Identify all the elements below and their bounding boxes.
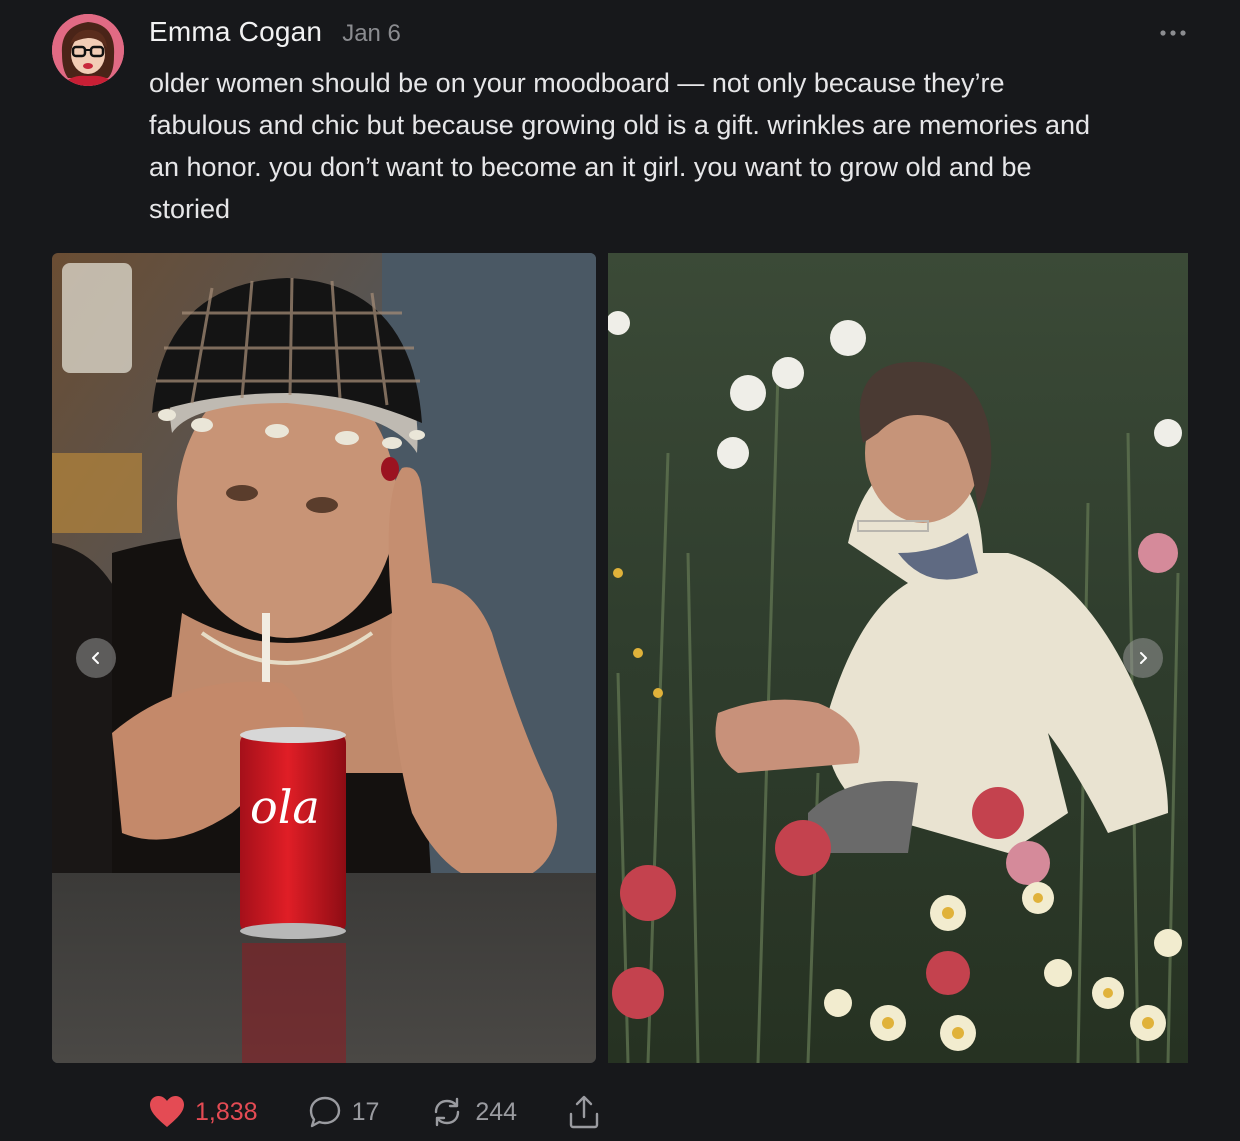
chevron-left-icon xyxy=(92,652,99,664)
gallery-prev-button[interactable] xyxy=(76,638,116,678)
post-header: Emma Cogan Jan 6 xyxy=(149,16,401,52)
photo-woman-in-garden xyxy=(608,253,1188,1063)
gallery-photo-2[interactable] xyxy=(608,253,1188,1063)
more-options-button[interactable] xyxy=(1158,18,1188,48)
author-name[interactable]: Emma Cogan xyxy=(149,16,322,48)
chevron-right-icon xyxy=(1140,652,1147,664)
like-count: 1,838 xyxy=(195,1097,258,1126)
like-button[interactable]: 1,838 xyxy=(149,1095,258,1129)
more-dots-icon xyxy=(1160,30,1186,36)
share-upload-icon xyxy=(569,1095,599,1129)
repost-count: 244 xyxy=(475,1097,518,1126)
heart-icon xyxy=(150,1096,184,1127)
comment-button[interactable]: 17 xyxy=(308,1095,380,1129)
photo-woman-with-soda: ola xyxy=(52,253,596,1063)
share-button[interactable] xyxy=(567,1094,601,1130)
post-date[interactable]: Jan 6 xyxy=(342,20,401,48)
image-gallery[interactable]: ola xyxy=(52,253,1188,1063)
gallery-next-button[interactable] xyxy=(1123,638,1163,678)
svg-text:ola: ola xyxy=(250,780,320,834)
comment-bubble-icon xyxy=(309,1096,340,1128)
comment-count: 17 xyxy=(351,1097,380,1126)
repost-arrows-icon xyxy=(435,1097,460,1127)
gallery-photo-1[interactable]: ola xyxy=(52,253,596,1063)
post-text: older women should be on your moodboard … xyxy=(149,68,1091,224)
repost-button[interactable]: 244 xyxy=(429,1095,517,1129)
post-card: Emma Cogan Jan 6 older women should be o… xyxy=(0,0,1240,1141)
avatar-image xyxy=(52,14,124,86)
post-actions: 1,838 17 244 xyxy=(149,1091,651,1133)
author-avatar[interactable] xyxy=(52,14,124,86)
